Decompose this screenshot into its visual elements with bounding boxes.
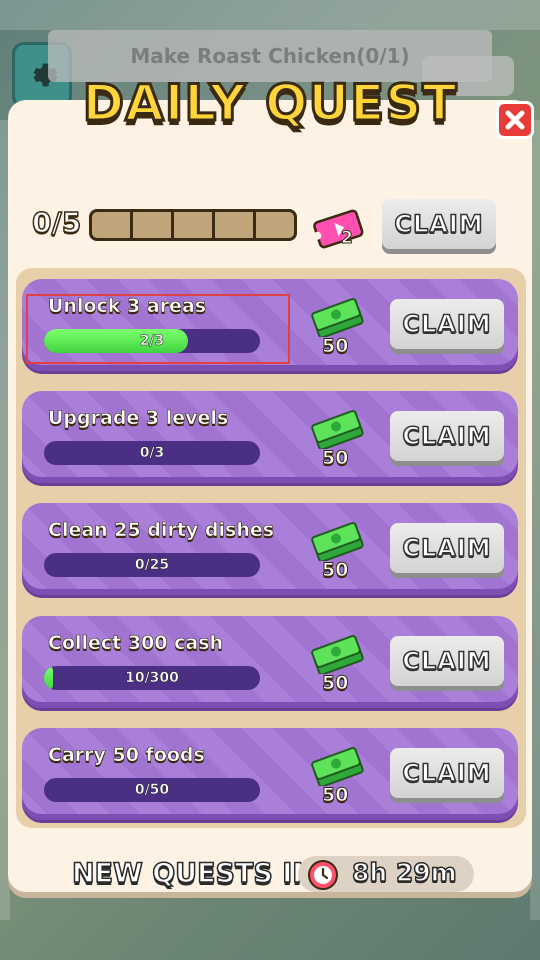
quest-progress-bar: 10/300 <box>44 666 260 690</box>
quest-reset-timer: 8h 29m <box>351 857 457 888</box>
quest-claim-button[interactable]: CLAIM <box>390 523 504 573</box>
overall-progress-bar <box>89 209 297 241</box>
quest-reward-amount: 50 <box>321 559 349 582</box>
quest-card: Collect 300 cash 10/300 50 CLAIM <box>22 616 518 708</box>
ticket-reward-count: 2 <box>341 228 354 249</box>
progress-segment <box>92 212 133 238</box>
quest-title: Upgrade 3 levels <box>48 407 229 430</box>
claim-all-button[interactable]: CLAIM <box>382 199 496 249</box>
quest-progress-text: 0/3 <box>139 445 165 462</box>
clock-icon <box>308 860 338 890</box>
cash-stack-icon <box>311 410 364 449</box>
quest-card: Upgrade 3 levels 0/3 50 CLAIM <box>22 391 518 483</box>
cash-stack-icon <box>311 298 364 337</box>
progress-segment <box>174 212 215 238</box>
cash-stack-icon <box>311 747 364 786</box>
quest-claim-button[interactable]: CLAIM <box>390 636 504 686</box>
quest-title: Carry 50 foods <box>48 744 205 767</box>
cash-stack-icon <box>311 635 364 674</box>
quest-reward-amount: 50 <box>321 672 349 695</box>
ticket-icon <box>313 209 364 249</box>
close-button[interactable] <box>496 101 534 139</box>
overall-progress-label: 0/5 <box>31 205 82 240</box>
quest-progress-text: 0/50 <box>134 782 170 799</box>
quest-title: Clean 25 dirty dishes <box>48 519 275 542</box>
quest-reward-amount: 50 <box>321 447 349 470</box>
quest-title: Collect 300 cash <box>48 632 224 655</box>
quest-card: Clean 25 dirty dishes 0/25 50 CLAIM <box>22 503 518 595</box>
progress-segment <box>215 212 256 238</box>
quest-claim-button[interactable]: CLAIM <box>390 411 504 461</box>
quest-progress-text: 10/300 <box>125 670 179 687</box>
cash-stack-icon <box>311 522 364 561</box>
quest-progress-bar: 0/50 <box>44 778 260 802</box>
quest-progress-text: 0/25 <box>134 557 170 574</box>
quest-reward-amount: 50 <box>321 784 349 807</box>
quest-reward-amount: 50 <box>321 335 349 358</box>
new-quests-label: NEW QUESTS IN: <box>71 857 326 890</box>
progress-segment <box>256 212 294 238</box>
quest-claim-button[interactable]: CLAIM <box>390 299 504 349</box>
quest-progress-bar: 0/3 <box>44 441 260 465</box>
highlight-box <box>26 294 290 364</box>
quest-claim-button[interactable]: CLAIM <box>390 748 504 798</box>
panel-title: DAILY QUEST <box>81 73 458 134</box>
close-icon <box>505 110 525 130</box>
quest-progress-bar: 0/25 <box>44 553 260 577</box>
quest-card: Carry 50 foods 0/50 50 CLAIM <box>22 728 518 820</box>
progress-segment <box>133 212 174 238</box>
